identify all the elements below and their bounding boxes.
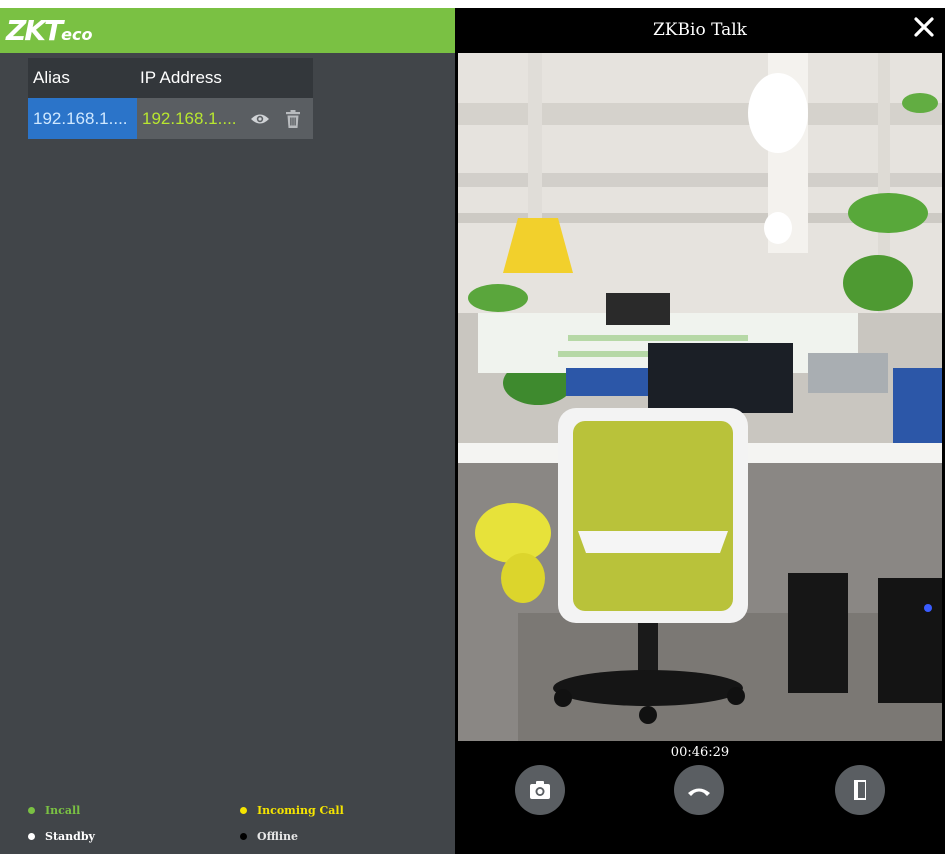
logo-bar: ZKTeco [0, 8, 455, 53]
table-header: Alias IP Address [28, 58, 313, 98]
incoming-call-dot-icon [240, 806, 247, 814]
legend-offline: Offline [240, 830, 298, 843]
incall-dot-icon [28, 806, 35, 814]
talk-panel: ZKBio Talk 00:46:29 [455, 8, 945, 854]
video-frame-image [458, 53, 942, 741]
zkteco-logo: ZKTeco [6, 14, 93, 47]
legend-incoming-call: Incoming Call [240, 804, 344, 817]
hang-up-icon [688, 788, 710, 796]
talk-title: ZKBio Talk [653, 20, 747, 40]
trash-icon[interactable] [283, 109, 303, 129]
table-row[interactable]: 192.168.1.... 192.168.1.... [28, 98, 313, 139]
video-feed [458, 53, 942, 741]
call-timer: 00:46:29 [670, 745, 730, 760]
column-header-alias: Alias [33, 68, 70, 87]
eye-icon[interactable] [250, 109, 270, 129]
device-ip-cell[interactable]: 192.168.1.... [142, 98, 237, 139]
standby-dot-icon [28, 832, 35, 840]
close-icon[interactable] [911, 14, 937, 40]
column-header-ip-address: IP Address [140, 68, 222, 87]
door-icon [854, 780, 866, 800]
device-alias-cell[interactable]: 192.168.1.... [28, 98, 137, 139]
snapshot-button[interactable] [515, 765, 565, 815]
hang-up-button[interactable] [674, 765, 724, 815]
offline-dot-icon [240, 832, 247, 840]
camera-icon [530, 781, 550, 799]
device-panel: ZKTeco Alias IP Address 192.168.1.... 19… [0, 8, 455, 854]
device-table: Alias IP Address 192.168.1.... 192.168.1… [28, 58, 313, 139]
open-door-button[interactable] [835, 765, 885, 815]
legend-standby: Standby [28, 830, 95, 843]
legend-incall: Incall [28, 804, 80, 817]
